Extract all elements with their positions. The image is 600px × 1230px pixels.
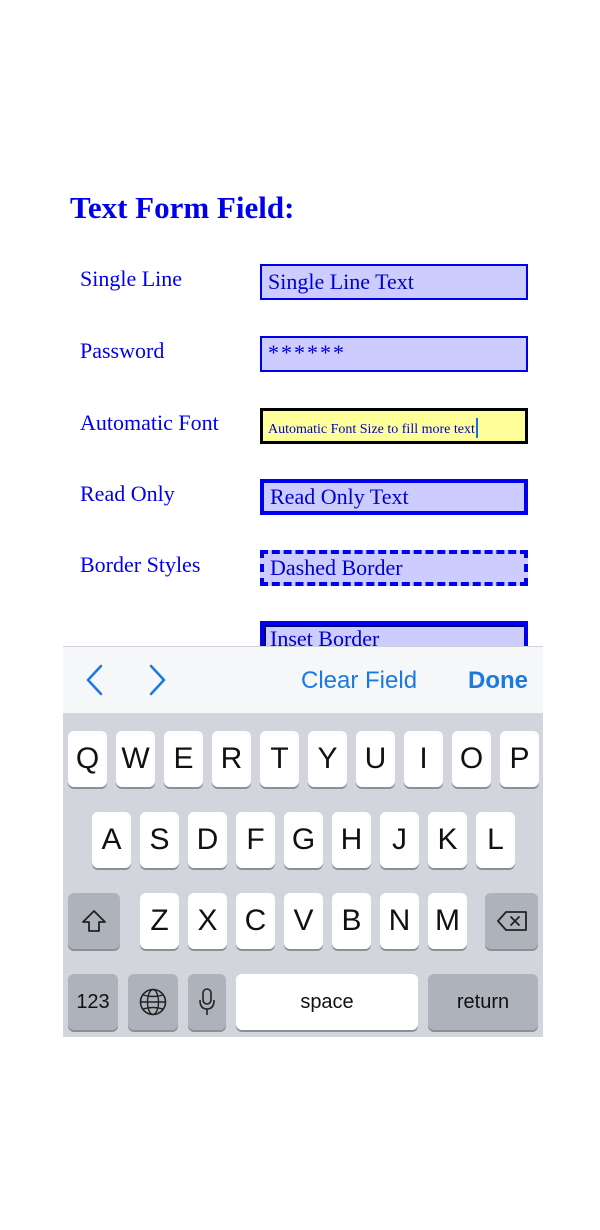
dashed-border-value: Dashed Border [270,555,403,580]
text-cursor [475,418,478,438]
key-x[interactable]: X [188,893,227,949]
password-field[interactable]: ****** [260,336,528,372]
pdf-page: Text Form Field: Single Line Single Line… [0,0,600,1230]
page-title: Text Form Field: [70,190,295,225]
key-p[interactable]: P [500,731,539,787]
shift-key[interactable] [68,893,120,949]
space-key[interactable]: space [236,974,418,1030]
key-b[interactable]: B [332,893,371,949]
on-screen-keyboard: Q W E R T Y U I O P A S D F G H J K L Z … [63,713,543,1037]
chevron-right-icon [149,664,166,696]
shift-icon [82,910,106,932]
key-e[interactable]: E [164,731,203,787]
backspace-icon [496,911,527,931]
key-o[interactable]: O [452,731,491,787]
label-single-line: Single Line [80,266,183,291]
key-j[interactable]: J [380,812,419,868]
backspace-key[interactable] [485,893,538,949]
return-key[interactable]: return [428,974,538,1030]
label-read-only: Read Only [80,481,175,506]
label-border-styles: Border Styles [80,552,201,577]
microphone-key[interactable] [188,974,226,1030]
keyboard-accessory-toolbar: Clear Field Done [63,646,543,713]
key-t[interactable]: T [260,731,299,787]
key-n[interactable]: N [380,893,419,949]
key-w[interactable]: W [116,731,155,787]
done-button[interactable]: Done [468,667,528,695]
clear-field-button[interactable]: Clear Field [301,667,417,695]
key-m[interactable]: M [428,893,467,949]
label-automatic-font: Automatic Font [80,410,219,435]
next-field-button[interactable] [141,663,171,697]
key-y[interactable]: Y [308,731,347,787]
dashed-border-field[interactable]: Dashed Border [260,550,528,586]
key-l[interactable]: L [476,812,515,868]
key-g[interactable]: G [284,812,323,868]
single-line-value: Single Line Text [268,269,414,294]
previous-field-button[interactable] [81,663,111,697]
key-c[interactable]: C [236,893,275,949]
key-r[interactable]: R [212,731,251,787]
key-h[interactable]: H [332,812,371,868]
key-q[interactable]: Q [68,731,107,787]
label-password: Password [80,338,165,363]
automatic-font-value: Automatic Font Size to fill more text [268,422,475,437]
key-u[interactable]: U [356,731,395,787]
microphone-icon [199,988,215,1015]
key-z[interactable]: Z [140,893,179,949]
read-only-value: Read Only Text [270,484,409,509]
key-f[interactable]: F [236,812,275,868]
key-k[interactable]: K [428,812,467,868]
key-i[interactable]: I [404,731,443,787]
key-s[interactable]: S [140,812,179,868]
read-only-field[interactable]: Read Only Text [260,479,528,515]
password-value: ****** [268,340,346,365]
key-v[interactable]: V [284,893,323,949]
single-line-field[interactable]: Single Line Text [260,264,528,300]
globe-key[interactable] [128,974,178,1030]
globe-icon [139,988,167,1016]
chevron-left-icon [86,664,103,696]
key-d[interactable]: D [188,812,227,868]
key-a[interactable]: A [92,812,131,868]
numbers-key[interactable]: 123 [68,974,118,1030]
automatic-font-field[interactable]: Automatic Font Size to fill more text [260,408,528,444]
